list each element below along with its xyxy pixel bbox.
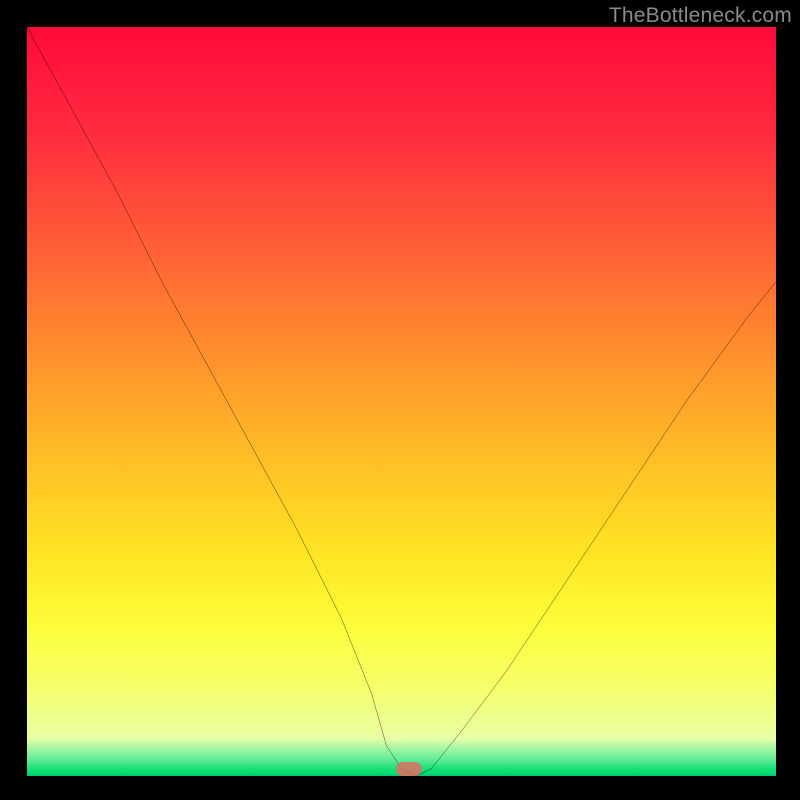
curve-path xyxy=(27,27,776,776)
bottleneck-curve xyxy=(27,27,776,776)
chart-frame: TheBottleneck.com xyxy=(0,0,800,800)
watermark-text: TheBottleneck.com xyxy=(609,4,792,28)
optimal-point-marker xyxy=(396,762,422,776)
plot-area xyxy=(27,27,776,776)
